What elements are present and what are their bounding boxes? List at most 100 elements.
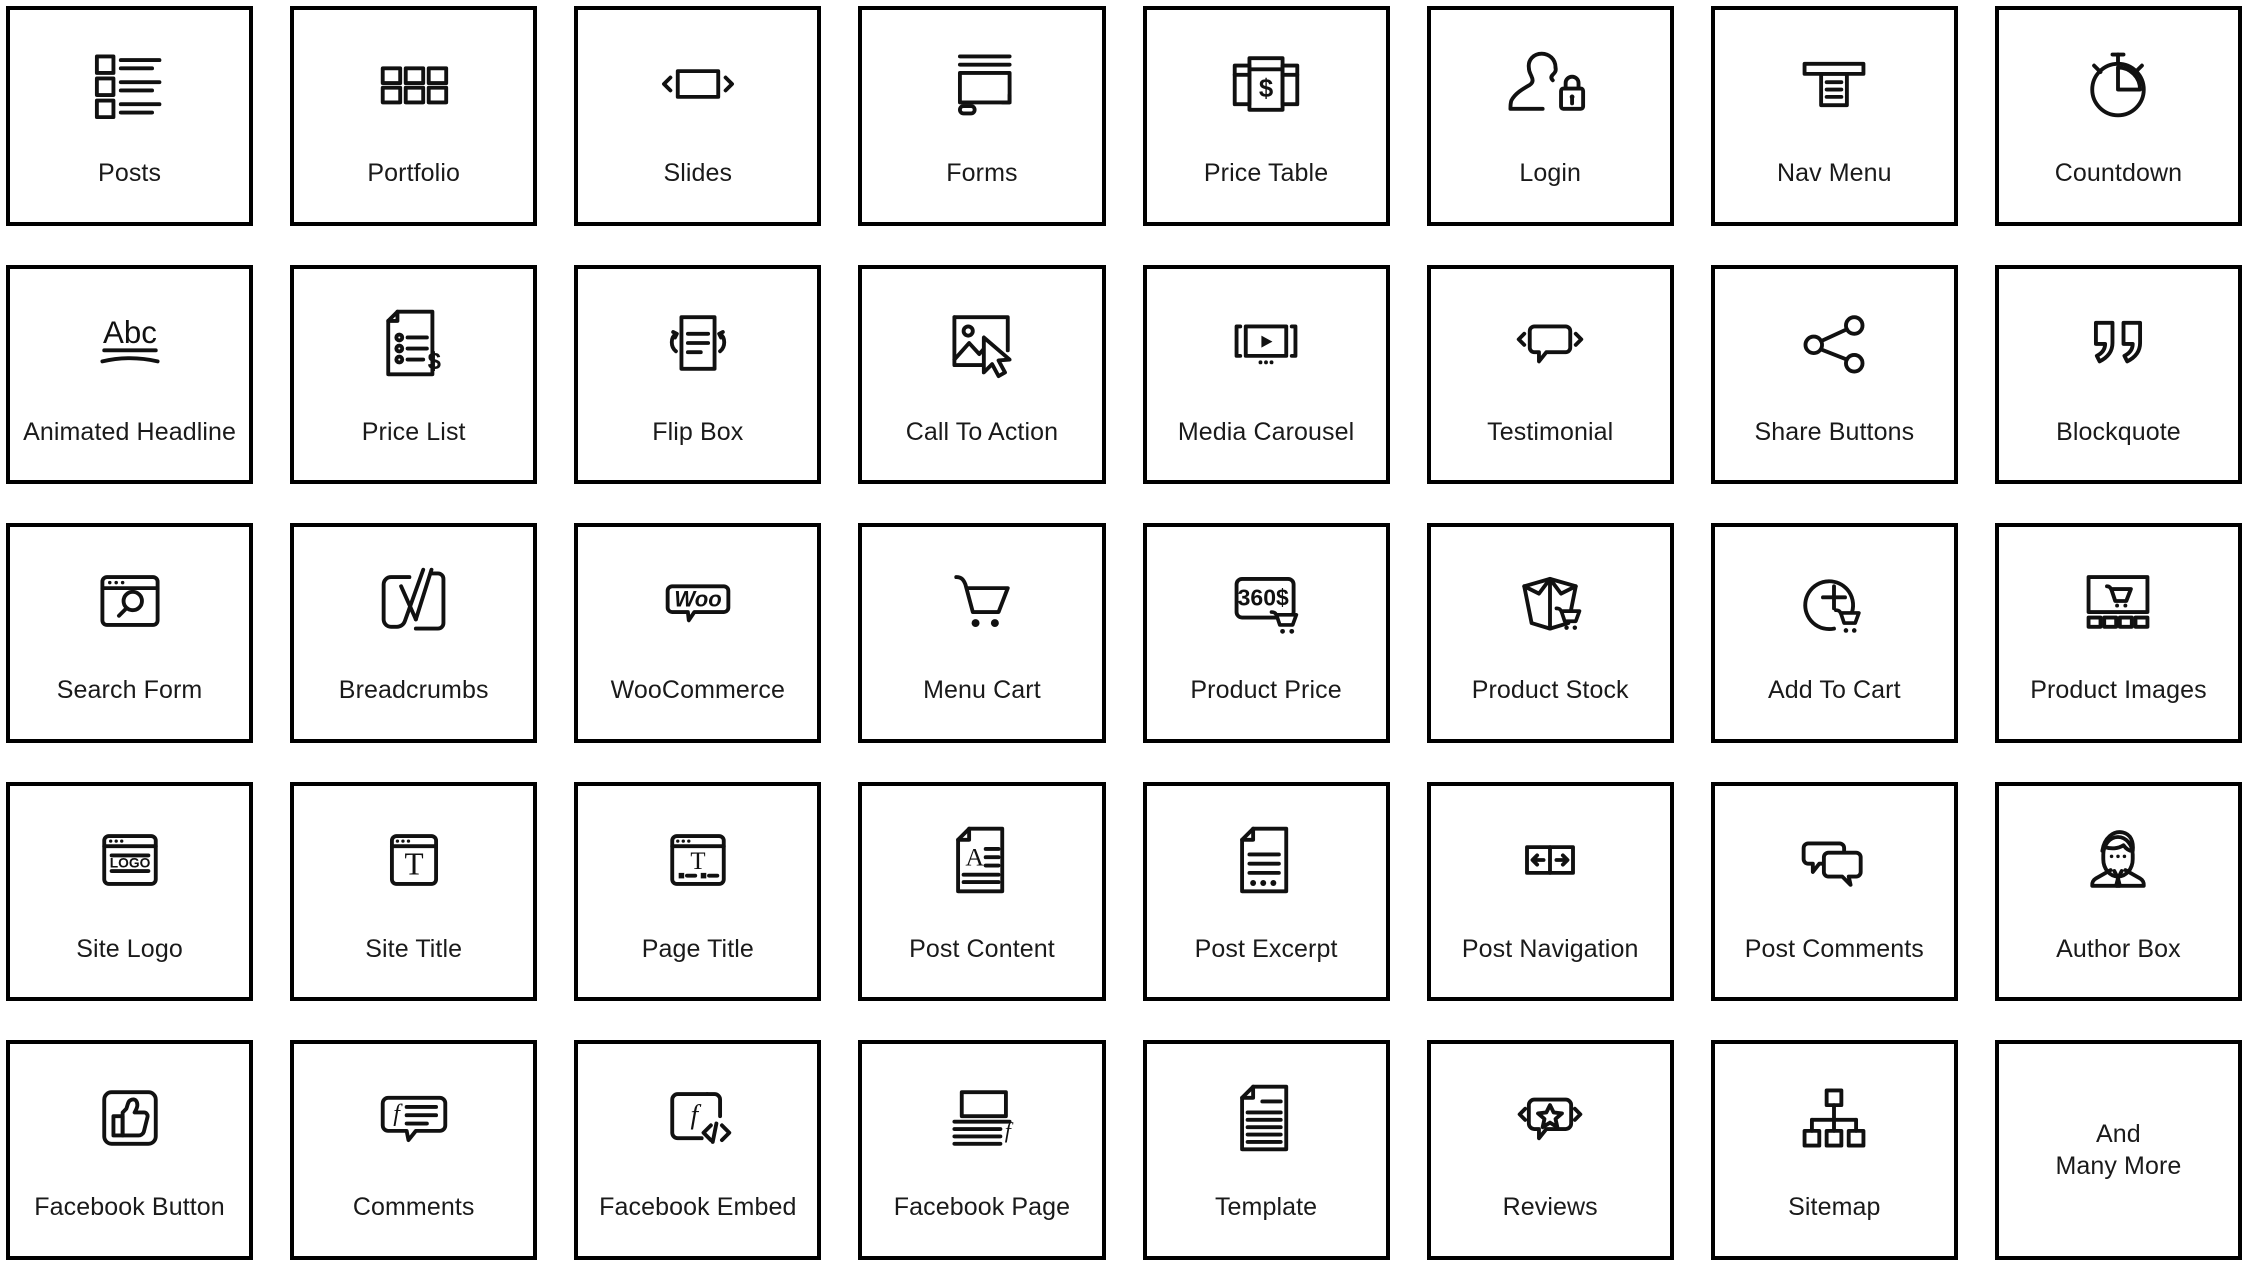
widget-card-label: Testimonial <box>1487 417 1614 446</box>
product-price-tag-cart-icon: 360$ <box>1147 549 1386 653</box>
animated-headline-abc-icon: Abc <box>10 291 249 395</box>
widget-card-label: Portfolio <box>367 159 460 187</box>
svg-text:T: T <box>690 848 705 875</box>
widget-card-label: Facebook Page <box>893 1193 1071 1222</box>
widget-card[interactable]: Search Form <box>6 523 254 743</box>
svg-text:360$: 360$ <box>1238 585 1289 611</box>
product-images-gallery-cart-icon <box>1999 549 2238 653</box>
widget-card[interactable]: Call To Action <box>858 264 1106 485</box>
widget-card[interactable]: Product Stock <box>1426 523 1674 743</box>
widget-card[interactable]: f Facebook Page <box>858 1040 1106 1260</box>
facebook-button-thumbs-up-icon <box>10 1066 249 1170</box>
widget-card[interactable]: 360$ Product Price <box>1142 523 1390 743</box>
widget-grid: Posts Portfolio Slides Forms $ Price Tab… <box>0 0 2248 1266</box>
widget-card[interactable]: Author Box <box>1994 781 2242 1002</box>
svg-text:f: f <box>690 1099 701 1130</box>
widget-card[interactable]: $ Price Table <box>1142 6 1390 226</box>
widget-card-label: Post Navigation <box>1461 934 1639 963</box>
author-box-person-icon <box>1999 808 2238 912</box>
widget-card[interactable]: Forms <box>858 6 1106 226</box>
widget-card-label: Menu Cart <box>923 676 1041 705</box>
slides-arrows-icon <box>578 32 817 136</box>
widget-card[interactable]: Posts <box>6 6 254 226</box>
widget-card[interactable]: Template <box>1142 1040 1390 1260</box>
breadcrumbs-yoast-icon <box>294 549 533 653</box>
widget-card[interactable]: Login <box>1426 6 1674 226</box>
widget-card-label: Blockquote <box>2056 417 2181 446</box>
widget-card[interactable]: T Site Title <box>290 781 538 1002</box>
widget-card[interactable]: Share Buttons <box>1710 264 1958 485</box>
widget-card-label: Add To Cart <box>1767 676 1901 705</box>
widget-card[interactable]: Media Carousel <box>1142 264 1390 485</box>
widget-card[interactable]: Menu Cart <box>858 523 1106 743</box>
add-to-cart-plus-circle-icon <box>1715 549 1954 653</box>
widget-card-label: Template <box>1214 1193 1318 1222</box>
widget-card[interactable]: Woo WooCommerce <box>574 523 822 743</box>
widget-card[interactable]: Post Excerpt <box>1142 781 1390 1002</box>
widget-card[interactable]: Reviews <box>1426 1040 1674 1260</box>
woocommerce-logo-icon: Woo <box>578 549 817 653</box>
widget-card[interactable]: Abc Animated Headline <box>6 264 254 485</box>
widget-card[interactable]: Post Navigation <box>1426 781 1674 1002</box>
widget-card[interactable]: Facebook Button <box>6 1040 254 1260</box>
widget-card-label: Sitemap <box>1788 1193 1881 1222</box>
widget-card[interactable]: Add To Cart <box>1710 523 1958 743</box>
share-nodes-icon <box>1715 291 1954 395</box>
widget-card-label: Flip Box <box>652 417 744 446</box>
widget-card[interactable]: A Post Content <box>858 781 1106 1002</box>
widget-card[interactable]: f Facebook Embed <box>574 1040 822 1260</box>
widget-card-label: Comments <box>352 1193 475 1222</box>
site-logo-browser-icon: LOGO <box>10 808 249 912</box>
widget-card-label: Site Title <box>365 934 463 963</box>
widget-card[interactable]: $ Price List <box>290 264 538 485</box>
widget-card[interactable]: Breadcrumbs <box>290 523 538 743</box>
widget-card-label: Product Price <box>1190 676 1342 705</box>
widget-card-label: Price Table <box>1203 159 1329 187</box>
page-title-browser-t-meta-icon: T <box>578 808 817 912</box>
widget-card-label: Login <box>1519 159 1582 187</box>
widget-card[interactable]: Blockquote <box>1994 264 2242 485</box>
widget-card-label: Call To Action <box>905 417 1059 446</box>
sitemap-hierarchy-icon <box>1715 1066 1954 1170</box>
widget-card[interactable]: Testimonial <box>1426 264 1674 485</box>
svg-text:A: A <box>965 842 984 871</box>
widget-card-label: Posts <box>98 159 162 187</box>
svg-text:Abc: Abc <box>103 315 157 350</box>
search-form-browser-magnifier-icon <box>10 549 249 653</box>
menu-cart-shopping-cart-icon <box>862 549 1101 653</box>
price-table-dollar-icon: $ <box>1147 32 1386 136</box>
svg-text:f: f <box>393 1101 403 1127</box>
media-carousel-play-icon <box>1147 291 1386 395</box>
widget-card[interactable]: Flip Box <box>574 264 822 485</box>
widget-card-label: Post Content <box>909 934 1055 963</box>
site-title-browser-t-icon: T <box>294 808 533 912</box>
facebook-page-layout-icon: f <box>862 1066 1101 1170</box>
widget-card-label: Nav Menu <box>1776 159 1892 187</box>
widget-card-label: Slides <box>663 159 733 187</box>
widget-card[interactable]: Slides <box>574 6 822 226</box>
widget-card-label: And Many More <box>2055 1120 2182 1181</box>
widget-card-label: Product Images <box>2030 676 2207 705</box>
widget-card[interactable]: Nav Menu <box>1710 6 1958 226</box>
widget-card-label: Forms <box>946 159 1018 187</box>
widget-card[interactable]: T Page Title <box>574 781 822 1002</box>
widget-card[interactable]: f Comments <box>290 1040 538 1260</box>
comments-facebook-bubble-icon: f <box>294 1066 533 1170</box>
widget-card[interactable]: LOGO Site Logo <box>6 781 254 1002</box>
posts-list-icon <box>10 32 249 136</box>
widget-card[interactable]: Countdown <box>1994 6 2242 226</box>
widget-card[interactable]: Post Comments <box>1710 781 1958 1002</box>
widget-card[interactable]: Product Images <box>1994 523 2242 743</box>
widget-card-label: Reviews <box>1502 1193 1598 1222</box>
widget-card-label: Search Form <box>56 676 203 705</box>
facebook-embed-code-icon: f <box>578 1066 817 1170</box>
template-document-lines-icon <box>1147 1066 1386 1170</box>
widget-card[interactable]: And Many More <box>1994 1040 2242 1260</box>
svg-text:f: f <box>1005 1119 1014 1144</box>
svg-text:T: T <box>404 847 423 882</box>
post-navigation-arrows-icon <box>1431 808 1670 912</box>
testimonial-speech-bubble-icon <box>1431 291 1670 395</box>
widget-card[interactable]: Sitemap <box>1710 1040 1958 1260</box>
post-content-document-a-icon: A <box>862 808 1101 912</box>
widget-card[interactable]: Portfolio <box>290 6 538 226</box>
